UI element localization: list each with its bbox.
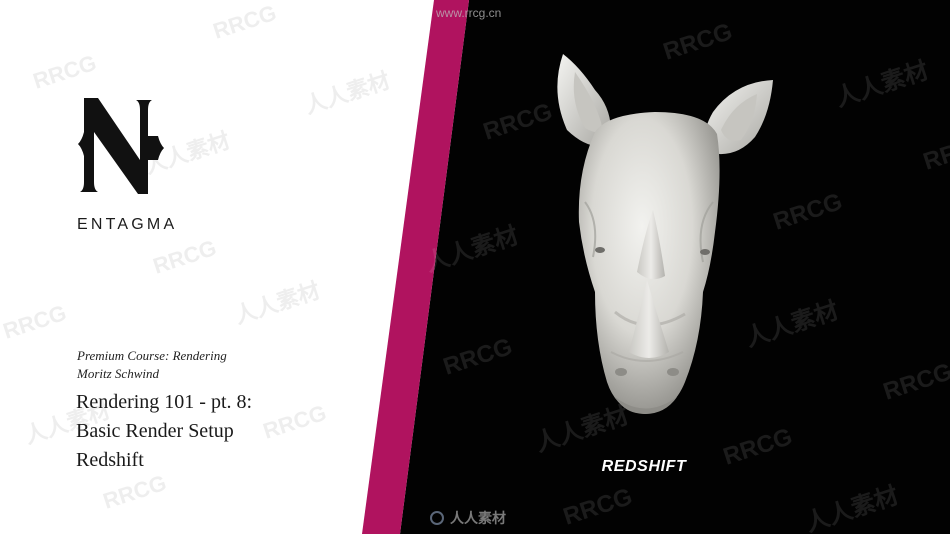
- title-line: Basic Render Setup: [76, 420, 234, 442]
- title-line: Redshift: [76, 449, 144, 471]
- course-title: Rendering 101 - pt. 8: Basic Render Setu…: [76, 388, 252, 475]
- slide: www.rrcg.cn RRCG 人人素材 人人素材 RRCG RRCG 人人素…: [0, 0, 950, 534]
- course-subtitle: Premium Course: Rendering: [77, 348, 227, 363]
- brand-name: ENTAGMA: [77, 216, 178, 233]
- render-engine-label: REDSHIFT: [601, 458, 687, 475]
- watermark-bottom-text: 人人素材: [450, 510, 506, 526]
- rhino-head-icon: [557, 54, 773, 414]
- watermark-logo: 人人素材: [430, 508, 506, 528]
- watermark-ring-icon: [430, 511, 444, 525]
- author-name: Moritz Schwind: [77, 366, 159, 381]
- watermark-url: www.rrcg.cn: [436, 6, 502, 20]
- entagma-logo-icon: [78, 98, 164, 194]
- title-line: Rendering 101 - pt. 8:: [76, 391, 253, 413]
